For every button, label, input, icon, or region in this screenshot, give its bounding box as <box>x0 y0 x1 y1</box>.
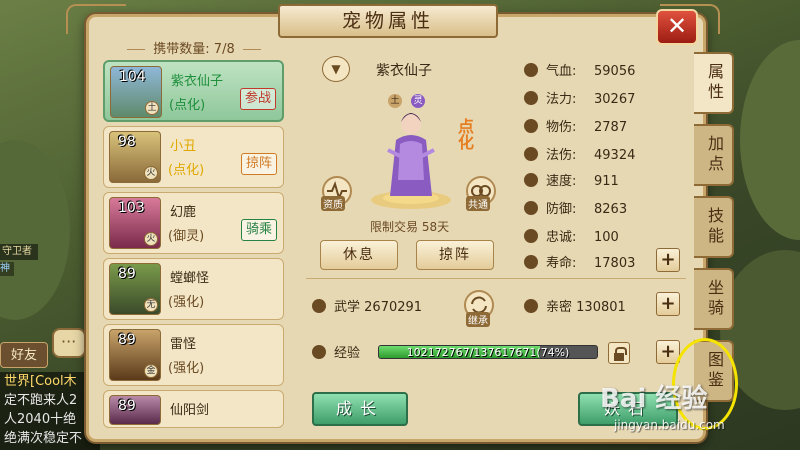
pet-level: 89 <box>118 332 136 348</box>
pet-avatar: 89 <box>109 395 161 425</box>
pet-list-item[interactable]: 98 火 小丑 (点化) 掠阵 <box>103 126 284 188</box>
pet-status-badge: 骑乘 <box>240 219 277 241</box>
section-divider <box>306 278 686 279</box>
hp-icon <box>524 63 538 77</box>
grow-button[interactable]: 成长 <box>312 392 408 426</box>
pet-level: 104 <box>119 69 146 85</box>
pet-avatar: 104 土 <box>110 66 162 118</box>
tab-attributes[interactable]: 属性 <box>694 52 734 114</box>
close-button[interactable]: ✕ <box>656 9 698 45</box>
flame-icon <box>524 147 538 161</box>
plus-icon: + <box>660 293 676 314</box>
carry-count: 携带数量: 7/8 <box>104 38 284 57</box>
guard-label: 守卫者 <box>0 244 38 260</box>
pet-list-item[interactable]: 104 土 紫衣仙子 (点化) 参战 <box>103 60 284 122</box>
heart-icon <box>524 229 538 243</box>
pet-name: 小丑 <box>170 139 197 154</box>
plus-icon: + <box>660 249 676 270</box>
exp-progress-text: 102172767/137617671(74%) <box>406 346 570 359</box>
friend-button[interactable]: 好友 <box>0 342 48 368</box>
stat-loyalty: 忠诚: 100 <box>524 226 619 246</box>
watermark-logo: Bai 经验 <box>600 384 708 414</box>
tab-mount[interactable]: 坐骑 <box>694 268 734 330</box>
pet-avatar: 103 火 <box>109 197 161 249</box>
stat-magic-damage: 法伤: 49324 <box>524 144 635 164</box>
speed-icon <box>524 173 538 187</box>
pet-status-badge: 参战 <box>239 88 276 110</box>
stat-martial: 武学 2670291 <box>312 296 422 316</box>
stat-hp: 气血: 59056 <box>524 60 635 80</box>
pet-element-tag: 火 <box>144 166 158 180</box>
pet-level: 98 <box>118 134 136 150</box>
shield-icon <box>524 201 538 215</box>
stat-defense: 防御: 8263 <box>524 198 627 218</box>
stat-intimacy: 亲密 130801 <box>524 296 626 316</box>
pet-level: 103 <box>118 200 145 216</box>
tab-add-points[interactable]: 加点 <box>694 124 734 186</box>
pet-avatar: 98 火 <box>109 131 161 183</box>
bg-tree <box>0 140 70 320</box>
bg-tree <box>740 40 800 240</box>
stat-mp: 法力: 30267 <box>524 88 635 108</box>
hourglass-icon <box>524 255 538 269</box>
pet-element-tag: 金 <box>144 364 158 378</box>
aptitude-label: 资质 <box>321 196 345 211</box>
panel-ornament-left <box>66 4 126 34</box>
panel-title: 宠物属性 <box>278 4 498 38</box>
watermark-url: jingyan.baidu.com <box>614 418 725 432</box>
lock-icon[interactable] <box>608 342 630 364</box>
stat-exp-label: 经验 <box>312 342 360 362</box>
pet-element-tag: 无 <box>144 298 158 312</box>
pet-element-tag: 土 <box>145 101 159 115</box>
trade-limit-text: 限制交易 58天 <box>370 220 450 234</box>
martial-icon <box>312 299 326 313</box>
assist-button[interactable]: 掠阵 <box>416 240 494 270</box>
pet-switch-dropdown[interactable]: ▼ <box>322 56 350 82</box>
pet-name: 螳螂怪 <box>170 271 210 286</box>
stat-speed: 速度: 911 <box>524 170 619 190</box>
pet-list-item[interactable]: 89 无 螳螂怪 (强化) <box>103 258 284 320</box>
chat-log[interactable]: 世界[Cool木 定不跑来人2 人2040十绝 绝满次稳定不 <box>0 372 100 450</box>
pet-list-item[interactable]: 89 金 雷怪 (强化) <box>103 324 284 386</box>
chevron-down-icon: ▼ <box>331 62 341 76</box>
pet-status-badge: 掠阵 <box>240 153 277 175</box>
carry-value: 7/8 <box>213 42 235 57</box>
enhance-label: 点化 <box>455 118 474 150</box>
chat-icon[interactable] <box>52 328 86 358</box>
pet-enhancement: (点化) <box>168 163 205 178</box>
add-intimacy-button[interactable]: + <box>656 292 680 316</box>
pet-enhancement: (点化) <box>169 98 206 113</box>
rest-button[interactable]: 休息 <box>320 240 398 270</box>
exp-icon <box>312 345 326 359</box>
pet-enhancement: (强化) <box>168 295 205 310</box>
selected-pet-name: 紫衣仙子 <box>376 63 432 79</box>
pet-avatar: 89 金 <box>109 329 161 381</box>
share-label: 共通 <box>466 196 490 211</box>
plus-icon: + <box>660 341 676 362</box>
pet-model <box>371 113 451 209</box>
pet-name: 紫衣仙子 <box>171 74 224 89</box>
inherit-label: 继承 <box>466 312 490 327</box>
stat-lifespan: 寿命: 17803 <box>524 252 635 272</box>
tab-skills[interactable]: 技能 <box>694 196 734 258</box>
pet-enhancement: (御灵) <box>168 229 205 244</box>
guard-sub-label: 神 <box>0 262 14 276</box>
pet-name: 雷怪 <box>170 337 197 352</box>
exp-progress-bar: 102172767/137617671(74%) <box>378 345 598 359</box>
pet-level: 89 <box>118 266 136 282</box>
pet-enhancement: (强化) <box>168 361 205 376</box>
mp-icon <box>524 91 538 105</box>
pet-element-tag: 火 <box>144 232 158 246</box>
stat-physical-damage: 物伤: 2787 <box>524 116 627 136</box>
add-lifespan-button[interactable]: + <box>656 248 680 272</box>
pet-name: 仙阳剑 <box>170 403 210 418</box>
intimacy-icon <box>524 299 538 313</box>
carry-label: 携带数量: <box>153 42 210 57</box>
pet-name: 幻鹿 <box>170 205 197 220</box>
sword-icon <box>524 119 538 133</box>
pet-avatar: 89 无 <box>109 263 161 315</box>
pet-list-item[interactable]: 103 火 幻鹿 (御灵) 骑乘 <box>103 192 284 254</box>
pet-list-item[interactable]: 89 仙阳剑 <box>103 390 284 428</box>
pet-level: 89 <box>118 398 136 414</box>
